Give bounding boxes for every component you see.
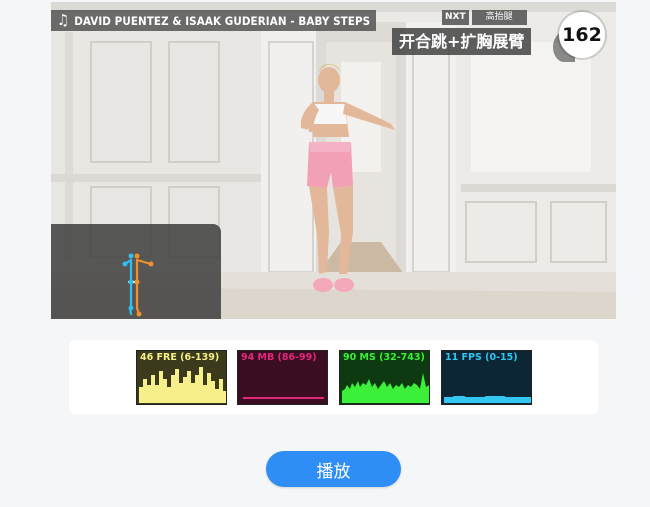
pose-skeleton — [122, 253, 154, 317]
performance-stats-panel: 46 FRE (6-139) 94 MB (86-99) 90 MS (32-7… — [69, 340, 598, 414]
fre-label: 46 FRE (6-139) — [140, 352, 220, 363]
ms-monitor: 90 MS (32-743) — [339, 350, 430, 405]
next-tag: NXT — [442, 10, 469, 25]
memory-label: 94 MB (86-99) — [241, 352, 317, 363]
fre-graph — [139, 367, 226, 403]
workout-video[interactable]: ♫ DAVID PUENTEZ & ISAAK GUDERIAN - BABY … — [51, 2, 616, 319]
ms-graph — [342, 373, 429, 403]
fps-monitor: 11 FPS (0-15) — [441, 350, 532, 405]
pose-skeleton-panel — [51, 224, 221, 319]
ms-label: 90 MS (32-743) — [343, 352, 425, 363]
next-exercise-row: NXT 高抬腿 — [442, 10, 527, 25]
exercise-title: 开合跳+扩胸展臂 — [392, 28, 532, 55]
memory-graph — [243, 397, 324, 399]
music-title: DAVID PUENTEZ & ISAAK GUDERIAN - BABY ST… — [74, 13, 371, 28]
next-exercise-name: 高抬腿 — [471, 10, 527, 25]
music-note-icon: ♫ — [57, 11, 70, 29]
memory-monitor: 94 MB (86-99) — [237, 350, 328, 405]
play-button[interactable]: 播放 — [266, 451, 401, 487]
rep-counter: 162 — [559, 12, 605, 58]
fre-monitor: 46 FRE (6-139) — [136, 350, 227, 405]
page: ♫ DAVID PUENTEZ & ISAAK GUDERIAN - BABY … — [0, 0, 650, 507]
fps-label: 11 FPS (0-15) — [445, 352, 518, 363]
fps-graph — [444, 396, 531, 403]
music-title-bar: ♫ DAVID PUENTEZ & ISAAK GUDERIAN - BABY … — [51, 10, 377, 31]
